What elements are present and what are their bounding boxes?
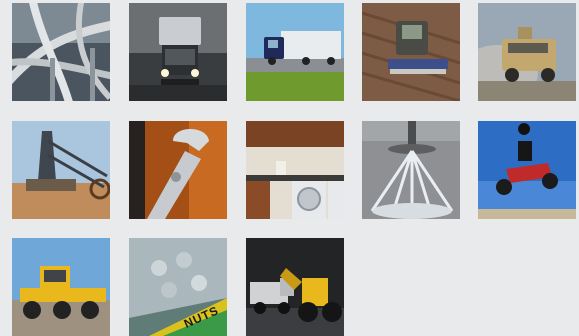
motor-grader-image <box>12 238 110 336</box>
adjustable-wrench-image <box>129 121 227 219</box>
wheel-loader-dump-truck-image <box>246 238 344 336</box>
tile-bucket-wheel-excavator[interactable] <box>12 121 110 219</box>
atv-jump-image <box>478 121 576 219</box>
tile-fire-sprinkler[interactable] <box>362 121 460 219</box>
tile-semi-truck-highway[interactable] <box>246 3 344 101</box>
tile-atv-jump[interactable] <box>478 121 576 219</box>
highway-interchange-image <box>12 3 110 101</box>
semi-truck-highway-image <box>246 3 344 101</box>
tile-laundry-room[interactable] <box>246 121 344 219</box>
tile-adjustable-wrench[interactable] <box>129 121 227 219</box>
tile-nuts-hardware-bin[interactable]: NUTS <box>129 238 227 336</box>
tile-wheel-loader-dump-truck[interactable] <box>246 238 344 336</box>
combine-harvester-image <box>362 3 460 101</box>
tile-highway-interchange[interactable] <box>12 3 110 101</box>
tile-semi-truck-headlights[interactable] <box>129 3 227 101</box>
tile-motor-grader[interactable] <box>12 238 110 336</box>
laundry-room-image <box>246 121 344 219</box>
military-humvee-image <box>478 3 576 101</box>
bucket-wheel-excavator-image <box>12 121 110 219</box>
fire-sprinkler-image <box>362 121 460 219</box>
tile-military-humvee[interactable] <box>478 3 576 101</box>
nuts-hardware-bin-image <box>129 238 227 336</box>
tile-combine-harvester[interactable] <box>362 3 460 101</box>
semi-truck-headlights-image <box>129 3 227 101</box>
